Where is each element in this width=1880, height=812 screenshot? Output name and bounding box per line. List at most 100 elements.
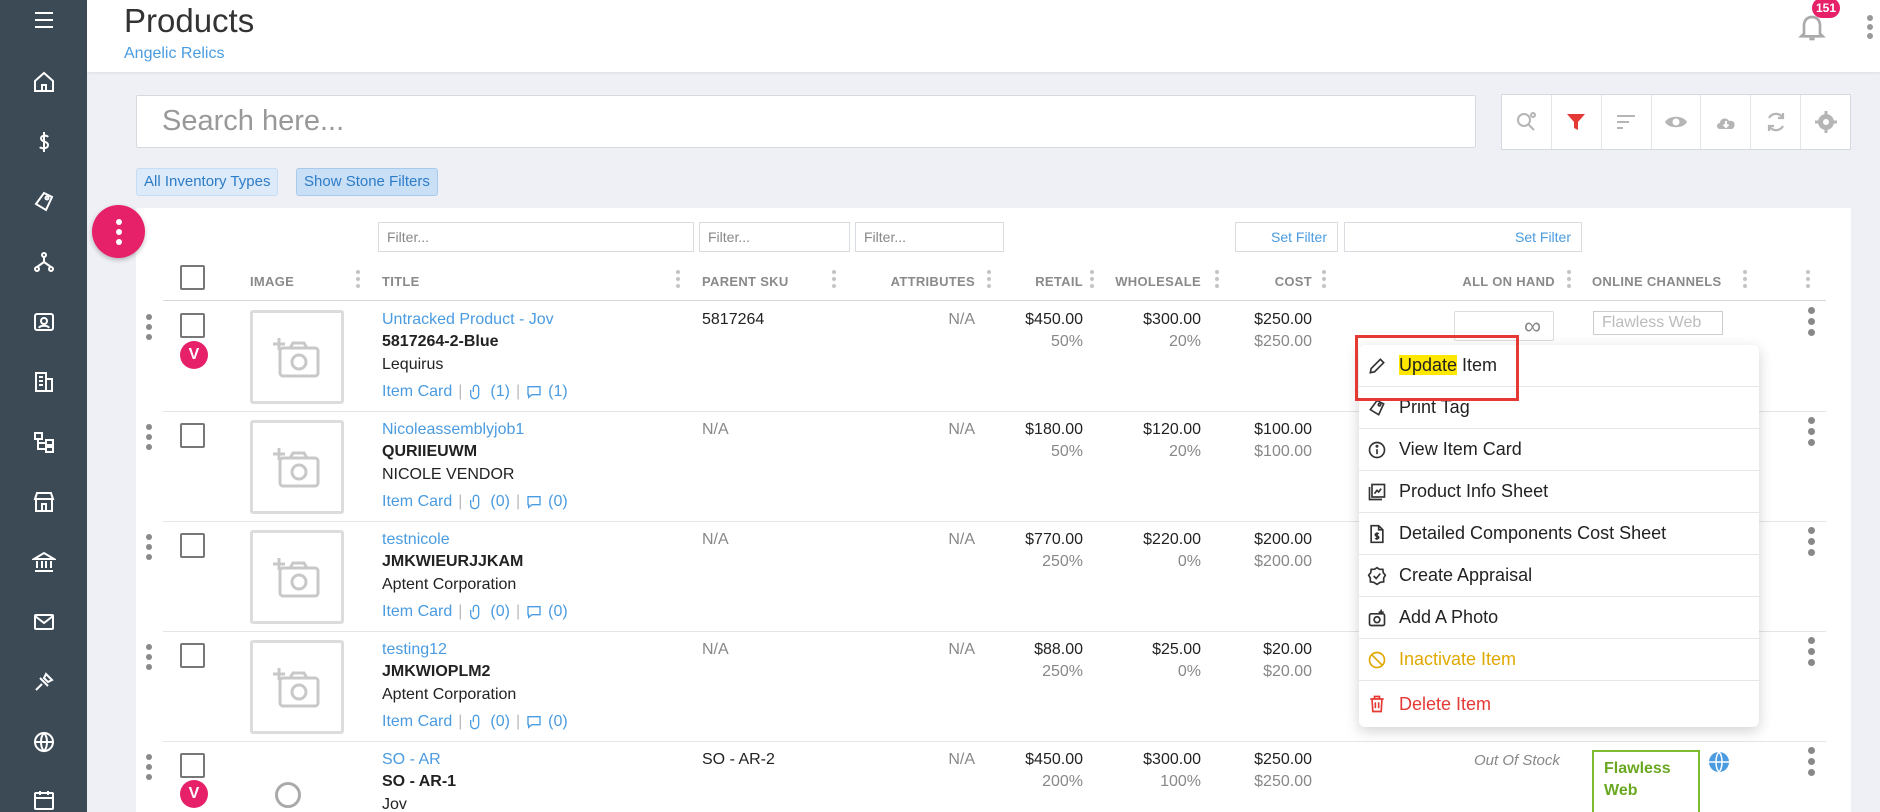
item-card-link[interactable]: Item Card: [382, 603, 452, 621]
column-header-image[interactable]: IMAGE: [250, 274, 294, 289]
column-resize-handle[interactable]: [356, 270, 360, 292]
row-checkbox[interactable]: [180, 423, 205, 448]
tag-icon[interactable]: [0, 182, 87, 222]
item-card-link[interactable]: Item Card: [382, 713, 452, 731]
gear-icon[interactable]: [1801, 95, 1850, 149]
menu-item-product-info-sheet[interactable]: Product Info Sheet: [1359, 471, 1759, 513]
menu-item-view-item-card[interactable]: View Item Card: [1359, 429, 1759, 471]
row-more-icon[interactable]: [1808, 307, 1816, 340]
column-resize-handle[interactable]: [987, 270, 991, 292]
product-title-link[interactable]: testnicole: [382, 531, 450, 549]
paperclip-icon[interactable]: [468, 384, 484, 400]
column-resize-handle[interactable]: [832, 270, 836, 292]
sort-icon[interactable]: [1602, 95, 1652, 149]
comment-icon[interactable]: [526, 714, 542, 730]
globe-icon[interactable]: [0, 722, 87, 762]
row-more-icon[interactable]: [1808, 747, 1816, 780]
column-resize-handle[interactable]: [1215, 270, 1219, 292]
mail-icon[interactable]: [0, 602, 87, 642]
eye-icon[interactable]: [1652, 95, 1702, 149]
item-card-link[interactable]: Item Card: [382, 383, 452, 401]
dollar-icon[interactable]: [0, 122, 87, 162]
store-icon[interactable]: [0, 482, 87, 522]
more-actions-fab[interactable]: [92, 205, 145, 258]
column-header-title[interactable]: TITLE: [382, 274, 420, 289]
paperclip-icon[interactable]: [468, 604, 484, 620]
network-icon[interactable]: [0, 242, 87, 282]
add-photo-placeholder[interactable]: [250, 420, 344, 514]
home-icon[interactable]: [0, 62, 87, 102]
column-resize-handle[interactable]: [1322, 270, 1326, 292]
row-drag-handle-icon[interactable]: [146, 424, 152, 454]
row-drag-handle-icon[interactable]: [146, 754, 152, 784]
menu-item-add-a-photo[interactable]: Add A Photo: [1359, 597, 1759, 639]
column-header-parent-sku[interactable]: PARENT SKU: [702, 274, 789, 289]
column-resize-handle[interactable]: [1743, 270, 1747, 292]
column-header-retail[interactable]: RETAIL: [1000, 274, 1083, 289]
row-more-icon[interactable]: [1808, 527, 1816, 560]
product-title-link[interactable]: SO - AR: [382, 751, 441, 769]
add-photo-placeholder[interactable]: [250, 530, 344, 624]
hamburger-menu-icon[interactable]: [0, 0, 87, 40]
column-header-online-channels[interactable]: ONLINE CHANNELS: [1592, 274, 1721, 289]
comment-icon[interactable]: [526, 494, 542, 510]
globe-icon[interactable]: [1707, 750, 1731, 774]
set-filter-button[interactable]: Set Filter: [1344, 222, 1582, 252]
row-drag-handle-icon[interactable]: [146, 534, 152, 564]
row-checkbox[interactable]: [180, 533, 205, 558]
column-header-attributes[interactable]: ATTRIBUTES: [870, 274, 975, 289]
add-photo-placeholder[interactable]: [250, 640, 344, 734]
all-inventory-types-chip[interactable]: All Inventory Types: [136, 168, 279, 196]
row-more-icon[interactable]: [1808, 417, 1816, 450]
attachments-count[interactable]: (1): [490, 383, 510, 401]
building-icon[interactable]: [0, 362, 87, 402]
show-stone-filters-chip[interactable]: Show Stone Filters: [296, 168, 438, 196]
paperclip-icon[interactable]: [468, 714, 484, 730]
attachments-count[interactable]: (0): [490, 493, 510, 511]
column-resize-handle[interactable]: [1567, 270, 1571, 292]
attachments-count[interactable]: (0): [490, 713, 510, 731]
set-filter-button[interactable]: Set Filter: [1235, 222, 1338, 252]
menu-item-detailed-components-cost-sheet[interactable]: Detailed Components Cost Sheet: [1359, 513, 1759, 555]
search-input[interactable]: Search here...: [136, 95, 1476, 148]
channel-badge[interactable]: Flawless Web: [1593, 311, 1723, 335]
comments-count[interactable]: (0): [548, 603, 568, 621]
row-drag-handle-icon[interactable]: [146, 644, 152, 674]
store-name-link[interactable]: Angelic Relics: [124, 45, 224, 63]
header-more-icon[interactable]: [1863, 12, 1877, 48]
attributes-filter-input[interactable]: Filter...: [855, 222, 1004, 252]
row-checkbox[interactable]: [180, 753, 205, 778]
cloud-download-icon[interactable]: [1701, 95, 1752, 149]
calendar-icon[interactable]: [0, 780, 87, 812]
column-header-cost[interactable]: COST: [1220, 274, 1312, 289]
channel-badge-active[interactable]: Flawless Web: [1592, 750, 1700, 812]
column-header-wholesale[interactable]: WHOLESALE: [1105, 274, 1201, 289]
row-checkbox[interactable]: [180, 643, 205, 668]
row-checkbox[interactable]: [180, 313, 205, 338]
customer-card-icon[interactable]: [0, 302, 87, 342]
refresh-icon[interactable]: [1751, 95, 1802, 149]
comments-count[interactable]: (0): [548, 493, 568, 511]
row-drag-handle-icon[interactable]: [146, 314, 152, 344]
attachments-count[interactable]: (0): [490, 603, 510, 621]
parent-sku-filter-input[interactable]: Filter...: [699, 222, 850, 252]
menu-item-inactivate-item[interactable]: Inactivate Item: [1359, 639, 1759, 681]
search-settings-icon[interactable]: [1502, 95, 1552, 149]
product-title-link[interactable]: Untracked Product - Jov: [382, 311, 554, 329]
comment-icon[interactable]: [526, 384, 542, 400]
item-card-link[interactable]: Item Card: [382, 493, 452, 511]
column-resize-handle[interactable]: [1806, 270, 1810, 292]
title-filter-input[interactable]: Filter...: [378, 222, 694, 252]
comments-count[interactable]: (1): [548, 383, 568, 401]
comment-icon[interactable]: [526, 604, 542, 620]
filter-icon[interactable]: [1552, 95, 1602, 149]
column-resize-handle[interactable]: [1090, 270, 1094, 292]
column-resize-handle[interactable]: [676, 270, 680, 292]
add-photo-placeholder[interactable]: [250, 310, 344, 404]
comments-count[interactable]: (0): [548, 713, 568, 731]
paperclip-icon[interactable]: [468, 494, 484, 510]
select-all-checkbox[interactable]: [180, 265, 205, 290]
product-title-link[interactable]: Nicoleassemblyjob1: [382, 421, 524, 439]
menu-item-create-appraisal[interactable]: Create Appraisal: [1359, 555, 1759, 597]
hierarchy-icon[interactable]: [0, 422, 87, 462]
